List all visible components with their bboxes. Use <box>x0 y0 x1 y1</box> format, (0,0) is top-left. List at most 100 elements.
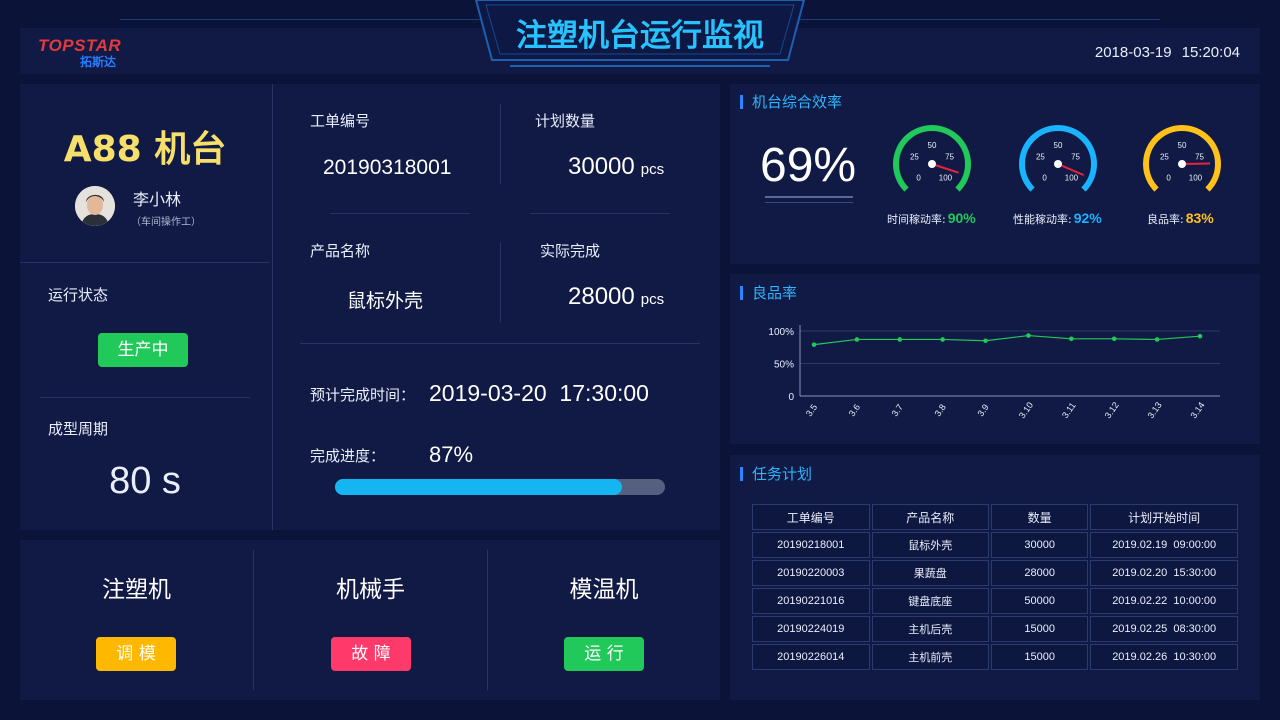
plan-qty-value: 30000 pcs <box>568 153 664 181</box>
operator-name: 李小林 <box>133 190 182 209</box>
cell-quantity: 15000 <box>990 616 1089 642</box>
data-point <box>1197 333 1203 339</box>
gauge-arc <box>893 125 971 192</box>
order-divider-h3 <box>300 343 700 344</box>
gauge-tick-label: 25 <box>1160 153 1169 162</box>
progress-percent: 87% <box>429 442 474 467</box>
cell-start-time: 2019.02.19 09:00:00 <box>1090 532 1238 558</box>
gauge-tick-label: 50 <box>1054 141 1063 150</box>
gauge-tick-label: 0 <box>1042 173 1047 182</box>
plan-qty-number: 30000 <box>568 153 635 180</box>
task-title: 任务计划 <box>740 467 812 482</box>
gauge-needle <box>931 163 959 174</box>
actual-qty-unit: pcs <box>640 291 665 308</box>
gauge-2: 0 25 50 75 100 <box>1019 125 1097 192</box>
cell-order-no: 20190221016 <box>752 588 870 614</box>
page-title: 注塑机台运行监视 <box>516 18 764 54</box>
x-tick-label: 3.9 <box>975 402 990 418</box>
cell-order-no: 20190224019 <box>752 616 870 642</box>
run-status-label: 运行状态 <box>48 286 109 304</box>
gauge-label-yield-rate: 良品率: 83% <box>1147 210 1214 227</box>
product-label: 产品名称 <box>310 242 371 260</box>
order-divider-h2 <box>530 213 670 214</box>
gauge-tick-label: 0 <box>1166 173 1171 182</box>
order-divider-v1 <box>500 104 501 184</box>
table-row: 20190220003 果蔬盘 28000 2019.02.20 15:30:0… <box>752 560 1238 586</box>
cell-start-time: 2019.02.20 15:30:00 <box>1090 560 1238 586</box>
data-point <box>983 338 988 344</box>
x-tick-label: 3.10 <box>1017 400 1035 420</box>
cell-product: 主机后壳 <box>871 616 989 642</box>
gauge-tick-label: 75 <box>1071 153 1080 162</box>
y-tick-label: 0 <box>788 392 794 403</box>
x-tick-label: 3.7 <box>890 402 905 418</box>
eta-label: 预计完成时间： <box>310 386 416 404</box>
table-row: 20190226014 主机前壳 15000 2019.02.26 10:30:… <box>752 644 1238 670</box>
gauge-value-2: 92% <box>1073 210 1102 226</box>
col-quantity: 数量 <box>990 504 1089 530</box>
x-tick-label: 3.6 <box>847 402 862 418</box>
actual-qty-number: 28000 <box>568 283 635 310</box>
gauge-tick-label: 50 <box>928 141 937 150</box>
cell-quantity: 30000 <box>990 532 1089 558</box>
current-time: 15:20:04 <box>1181 44 1240 61</box>
y-tick-label: 50% <box>774 360 794 371</box>
gauge-arc <box>1019 125 1097 192</box>
title-frame: 注塑机台运行监视 <box>470 0 810 70</box>
cell-quantity: 50000 <box>990 588 1089 614</box>
gauge-label-performance-utilization: 性能稼动率: 92% <box>1013 210 1102 227</box>
efficiency-title: 机台综合效率 <box>740 95 842 110</box>
data-point <box>1154 337 1160 342</box>
plan-qty-label: 计划数量 <box>535 112 596 130</box>
cell-order-no: 20190218001 <box>752 532 870 558</box>
company-logo: TOPSTAR 拓斯达 <box>38 36 138 70</box>
cell-start-time: 2019.02.26 10:30:00 <box>1090 644 1238 670</box>
yield-chart-title: 良品率 <box>740 286 797 301</box>
gauge-tick-label: 100 <box>1189 173 1203 182</box>
cell-product: 主机前壳 <box>871 644 989 670</box>
device-name-injection-machine: 注塑机 <box>102 577 171 603</box>
device-status-robot-arm: 故 障 <box>331 637 411 671</box>
yield-line-chart: 100% 50% 0 3.5 3.6 3.7 3.8 3.9 3.10 3.11 3.12 3.13 3… <box>768 325 1220 421</box>
overall-efficiency-value: 69% <box>760 139 857 192</box>
gauge-tick-label: 0 <box>916 173 921 182</box>
col-start-time: 计划开始时间 <box>1090 504 1238 530</box>
gauge-label-text-2: 性能稼动率: <box>1013 213 1072 226</box>
overall-underline-1 <box>765 196 853 198</box>
cell-order-no: 20190226014 <box>752 644 870 670</box>
gauge-arc <box>1143 125 1221 192</box>
efficiency-gauges: 0 25 50 75 100 0 25 50 75 100 0 25 50 75 100 <box>893 125 1221 192</box>
data-point <box>940 337 945 342</box>
eta-value: 2019-03-20 17:30:00 <box>429 380 649 406</box>
actual-label: 实际完成 <box>540 242 601 260</box>
cycle-label: 成型周期 <box>48 420 109 438</box>
progress-bar-fill <box>335 479 623 495</box>
data-point <box>811 342 817 347</box>
logo-text-cn: 拓斯达 <box>80 55 117 69</box>
gauge-tick-label: 25 <box>1036 153 1045 162</box>
gauge-label-text-3: 良品率: <box>1147 213 1184 226</box>
gauge-value-1: 90% <box>947 210 976 226</box>
overall-underline-2 <box>765 202 853 203</box>
gauge-hub <box>928 160 936 168</box>
y-tick-label: 100% <box>768 327 794 338</box>
device-status-injection-machine: 调 模 <box>96 637 176 671</box>
x-tick-label: 3.5 <box>804 402 819 418</box>
machine-name: A88 机台 <box>63 129 227 170</box>
datetime: 2018-03-19 15:20:04 <box>1095 44 1240 61</box>
gauge-tick-label: 25 <box>910 153 919 162</box>
progress-label: 完成进度： <box>310 447 386 465</box>
order-no-label: 工单编号 <box>310 112 371 130</box>
status-divider <box>40 397 250 398</box>
cell-start-time: 2019.02.22 10:00:00 <box>1090 588 1238 614</box>
current-date: 2018-03-19 <box>1094 44 1172 61</box>
x-tick-label: 3.11 <box>1060 401 1078 421</box>
gauge-3: 0 25 50 75 100 <box>1143 125 1221 192</box>
gauge-tick-label: 100 <box>939 173 953 182</box>
header-line-right <box>800 19 1160 20</box>
order-no-value: 20190318001 <box>323 156 452 179</box>
task-table: 工单编号 产品名称 数量 计划开始时间 20190218001 鼠标外壳 300… <box>750 502 1240 672</box>
cycle-value: 80 s <box>109 460 181 502</box>
gauge-value-3: 83% <box>1185 210 1214 226</box>
device-name-robot-arm: 机械手 <box>336 577 405 603</box>
